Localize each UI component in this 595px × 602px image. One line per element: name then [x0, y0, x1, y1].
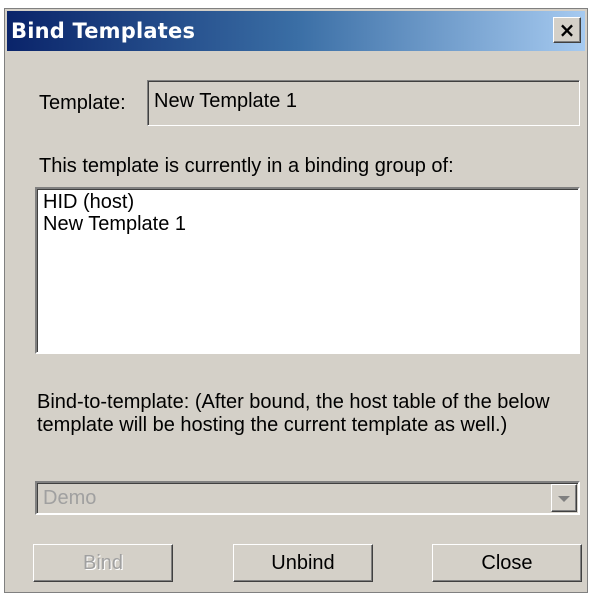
- binding-group-label: This template is currently in a binding …: [39, 155, 454, 177]
- title-bar[interactable]: Bind Templates ×: [7, 11, 585, 51]
- close-icon: ×: [558, 18, 576, 42]
- list-item[interactable]: New Template 1: [43, 213, 578, 235]
- bind-to-template-select[interactable]: Demo: [35, 481, 580, 515]
- bind-button[interactable]: Bind: [33, 544, 173, 582]
- dropdown-button[interactable]: [551, 484, 577, 512]
- template-label: Template:: [39, 92, 126, 114]
- unbind-button[interactable]: Unbind: [233, 544, 373, 582]
- bind-to-template-value: Demo: [43, 487, 97, 509]
- template-name-value: New Template 1: [154, 90, 298, 112]
- chevron-down-icon: [558, 496, 570, 502]
- list-item[interactable]: HID (host): [43, 191, 578, 213]
- close-window-button[interactable]: ×: [553, 17, 581, 43]
- template-name-field: New Template 1: [147, 80, 580, 126]
- bind-templates-dialog: Bind Templates × Template: New Template …: [4, 8, 588, 593]
- bind-to-template-description: Bind-to-template: (After bound, the host…: [37, 391, 550, 436]
- close-button[interactable]: Close: [432, 544, 582, 582]
- dialog-title: Bind Templates: [11, 19, 196, 43]
- binding-group-listbox[interactable]: HID (host) New Template 1: [35, 187, 580, 354]
